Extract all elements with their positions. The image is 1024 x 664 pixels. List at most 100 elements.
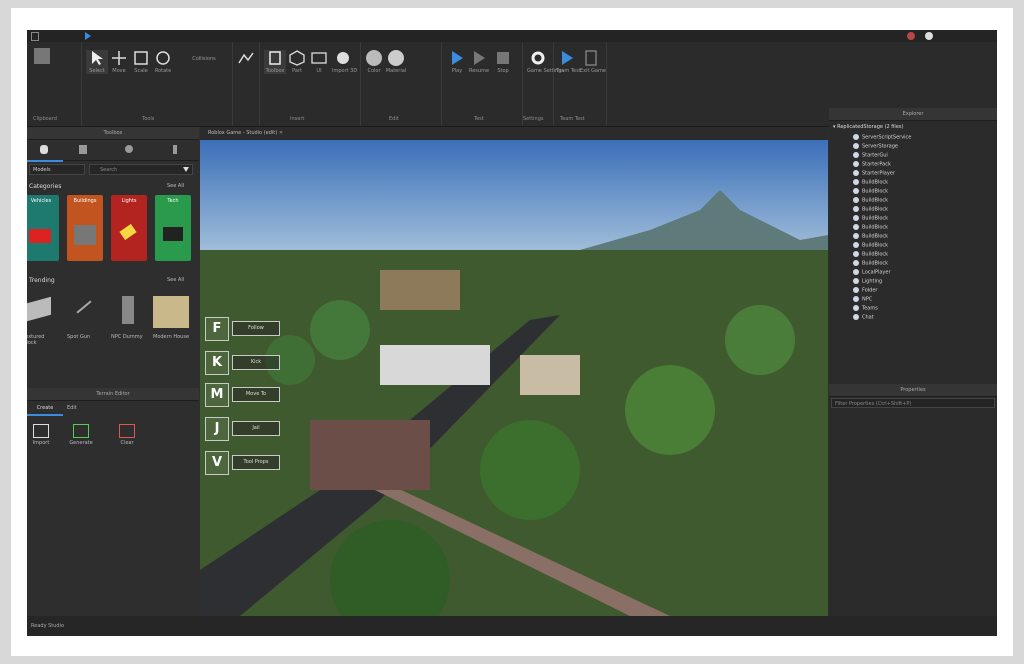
explorer-item[interactable]: StarterGui [853, 152, 888, 160]
viewport-tab[interactable]: Roblox Game - Studio (edit) ✕ [200, 127, 828, 140]
explorer-item[interactable]: ServerScriptService [853, 134, 911, 142]
close-tab-icon[interactable]: ✕ [279, 130, 283, 136]
hotkey-j[interactable]: J [205, 417, 229, 441]
tools-group: Select Move Scale Rotate Collisions Tool… [82, 42, 233, 126]
explorer-item[interactable]: NPC [853, 296, 872, 304]
play-quick-icon[interactable] [85, 32, 91, 40]
generate-tool[interactable]: Generate [63, 424, 99, 446]
explorer-item[interactable]: BuildBlock [853, 260, 888, 268]
ui-button[interactable]: UI [308, 50, 330, 74]
file-icon[interactable] [31, 32, 39, 41]
color-icon [366, 50, 382, 66]
avatar[interactable] [925, 32, 933, 40]
explorer-item[interactable]: BuildBlock [853, 206, 888, 214]
hotkey-jail-button[interactable]: Jail [232, 421, 280, 436]
play-button[interactable]: Play [446, 50, 468, 74]
explorer-item[interactable]: BuildBlock [853, 251, 888, 259]
hotkey-f[interactable]: F [205, 317, 229, 341]
material-button[interactable]: Material [385, 50, 407, 74]
trending-item[interactable]: Modern House [151, 292, 193, 350]
filter-icon[interactable] [183, 167, 189, 172]
explorer-item[interactable]: Lighting [853, 278, 882, 286]
import-tool[interactable]: Import [27, 424, 59, 446]
trending-heading: Trending [29, 277, 55, 284]
hotkey-follow-button[interactable]: Follow [232, 321, 280, 336]
color-button[interactable]: Color [363, 50, 385, 74]
instance-icon [853, 179, 859, 185]
explorer-item-label: LocalPlayer [862, 269, 891, 276]
resume-button[interactable]: Resume [468, 50, 490, 74]
explorer-item[interactable]: BuildBlock [853, 224, 888, 232]
explorer-item-label: Chat [862, 314, 874, 321]
properties-filter-input[interactable]: Filter Properties (Ctrl+Shift+P) [831, 398, 995, 408]
search-input[interactable]: Search [89, 164, 193, 175]
collisions-toggle[interactable]: Collisions [182, 54, 226, 62]
tab-marketplace[interactable] [27, 140, 63, 162]
part-button[interactable]: Part [286, 50, 308, 74]
explorer-item[interactable]: LocalPlayer [853, 269, 891, 277]
trending-item-label: Modern House [153, 334, 190, 340]
explorer-item[interactable]: StarterPack [853, 161, 891, 169]
stop-button[interactable]: Stop [492, 50, 514, 74]
game-scene[interactable] [200, 140, 828, 616]
trending-item[interactable]: Textured Block [27, 292, 59, 350]
categories-heading: Categories [29, 183, 62, 190]
explorer-item[interactable]: BuildBlock [853, 188, 888, 196]
hotkey-v[interactable]: V [205, 451, 229, 475]
instance-icon [853, 233, 859, 239]
hotkey-tool-props-button[interactable]: Tool Props [232, 455, 280, 470]
hotkey-m[interactable]: M [205, 383, 229, 407]
explorer-item[interactable]: BuildBlock [853, 179, 888, 187]
explorer-item[interactable]: Teams [853, 305, 878, 313]
select-button[interactable]: Select [86, 50, 108, 74]
import-3d-button[interactable]: Import 3D [332, 50, 357, 74]
toolbox-panel: Toolbox Models Search Categories See All… [27, 127, 199, 387]
settings-icon[interactable] [907, 32, 915, 40]
rotate-button[interactable]: Rotate [152, 50, 174, 74]
tree [625, 365, 715, 455]
tab-inventory[interactable] [79, 145, 87, 154]
explorer-item[interactable]: Chat [853, 314, 874, 322]
explorer-item-label: BuildBlock [862, 260, 889, 267]
move-button[interactable]: Move [108, 50, 130, 74]
hotkey-move-to-button[interactable]: Move To [232, 387, 280, 402]
explorer-title: Explorer [829, 108, 997, 121]
tab-creations[interactable] [173, 145, 177, 154]
viewport-tab-label: Roblox Game - Studio (edit) [208, 130, 278, 136]
status-text: Ready Studio [31, 623, 65, 629]
explorer-item-label: StarterPlayer [862, 170, 895, 177]
category-card-buildings[interactable]: Buildings [67, 195, 103, 261]
explorer-root-item[interactable]: ▾ ReplicatedStorage (2 files) [833, 124, 903, 130]
explorer-item[interactable]: BuildBlock [853, 197, 888, 205]
explorer-item[interactable]: ServerStorage [853, 143, 898, 151]
tab-edit[interactable]: Edit [67, 402, 87, 414]
group-label-insert: Insert [290, 116, 305, 122]
category-card-vehicles[interactable]: Vehicles [27, 195, 59, 261]
toolbox-button[interactable]: Toolbox [264, 50, 286, 74]
game-settings-button[interactable]: Game Settings [527, 50, 564, 74]
explorer-item[interactable]: Folder [853, 287, 877, 295]
explorer-item[interactable]: BuildBlock [853, 233, 888, 241]
hotkey-kick-button[interactable]: Kick [232, 355, 280, 370]
tab-create[interactable]: Create [27, 402, 63, 416]
category-dropdown[interactable]: Models [29, 164, 85, 175]
explorer-item[interactable]: BuildBlock [853, 215, 888, 223]
team-test-button[interactable]: Team Test [556, 50, 581, 74]
explorer-item[interactable]: BuildBlock [853, 242, 888, 250]
explorer-item[interactable]: StarterPlayer [853, 170, 895, 178]
clear-tool[interactable]: Clear [109, 424, 145, 446]
categories-see-all-link[interactable]: See All [167, 183, 184, 189]
category-card-lights[interactable]: Lights [111, 195, 147, 261]
explorer-item-label: StarterPack [862, 161, 891, 168]
tab-recent[interactable] [125, 145, 133, 153]
category-card-tech[interactable]: Tech [155, 195, 191, 261]
trending-item[interactable]: NPC Dummy [109, 292, 147, 350]
scale-button[interactable]: Scale [130, 50, 152, 74]
trending-see-all-link[interactable]: See All [167, 277, 184, 283]
editor-button[interactable] [235, 50, 257, 66]
paste-button[interactable] [31, 48, 53, 64]
viewport-3d[interactable]: Roblox Game - Studio (edit) ✕ F Follow K… [200, 127, 828, 616]
exit-game-button[interactable]: Exit Game [580, 50, 606, 74]
hotkey-k[interactable]: K [205, 351, 229, 375]
trending-item[interactable]: Spot Gun [65, 292, 103, 350]
